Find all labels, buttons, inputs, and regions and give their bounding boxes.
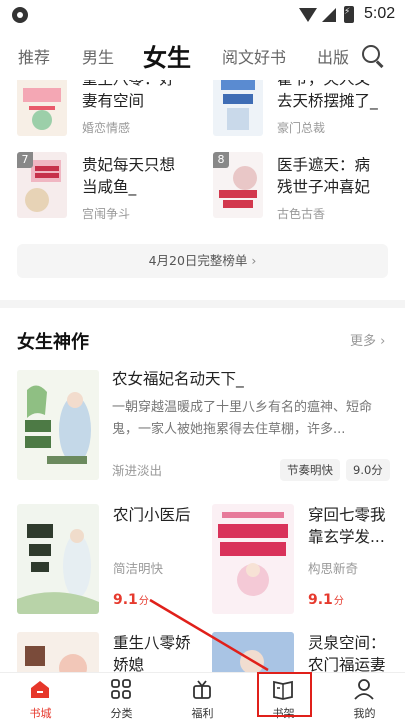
book-title-line[interactable]: 医手遮天：病: [277, 154, 370, 176]
featured-book-cover[interactable]: [17, 370, 99, 480]
book-title-line[interactable]: 农门福运妻: [308, 654, 386, 672]
featured-book-author: 渐进淡出: [112, 463, 163, 478]
signal-icon: [322, 8, 336, 22]
nav-bookstore[interactable]: 书城: [0, 673, 81, 720]
full-ranking-button[interactable]: 4月20日完整榜单 ›: [17, 244, 388, 278]
profile-icon: [354, 679, 374, 700]
book-cover-art: [212, 632, 294, 672]
book-cover[interactable]: [213, 80, 263, 136]
book-title-line[interactable]: 贵妃每天只想: [82, 154, 175, 176]
nav-label: 福利: [191, 707, 214, 720]
tab-recommend[interactable]: 推荐: [18, 44, 50, 68]
section-title: 女生神作: [17, 332, 89, 353]
book-cover[interactable]: 8: [213, 152, 263, 218]
book-cover-art: [212, 504, 294, 614]
tab-yuewen-books[interactable]: 阅文好书: [222, 44, 286, 68]
chevron-right-icon: ›: [380, 334, 386, 349]
book-cover-art: [213, 80, 263, 136]
book-tag: 节奏明快: [280, 459, 340, 481]
nav-label: 书城: [29, 707, 52, 720]
book-title-line[interactable]: 重生八零：好: [82, 80, 175, 90]
book-cover-art: [17, 504, 99, 614]
book-title-line[interactable]: 妻有空间: [82, 90, 144, 112]
book-cover[interactable]: [17, 504, 99, 614]
tab-female[interactable]: 女生: [143, 38, 191, 73]
search-icon[interactable]: [362, 45, 380, 63]
book-cover-art: [17, 80, 67, 136]
book-score-tag: 9.0分: [346, 459, 390, 481]
nav-profile[interactable]: 我的: [324, 673, 405, 720]
tab-publishing[interactable]: 出版: [317, 44, 349, 68]
book-cover-art: [17, 632, 99, 672]
battery-icon: [344, 6, 354, 23]
book-title-line[interactable]: 霍爷，夫人又: [277, 80, 370, 90]
chevron-right-icon: ›: [251, 253, 257, 268]
top-tabs: 推荐 男生 女生 阅文好书 出版: [0, 30, 405, 80]
book-author: 构思新奇: [308, 561, 359, 576]
home-icon: [31, 681, 49, 698]
full-ranking-label: 4月20日完整榜单: [148, 253, 248, 268]
bottom-nav: 书城 分类 福利 书架 我的: [0, 672, 405, 720]
book-cover[interactable]: [212, 504, 294, 614]
book-score-value: 9.1: [308, 592, 333, 608]
bookshelf-highlight-box: [257, 672, 312, 717]
book-score: 9.1分: [308, 592, 344, 608]
nav-welfare[interactable]: 福利: [162, 673, 243, 720]
book-cover[interactable]: [212, 632, 294, 672]
book-title-line[interactable]: 去天桥摆摊了_: [277, 90, 378, 112]
status-bar: 5:02: [0, 0, 405, 30]
status-time: 5:02: [364, 5, 396, 22]
tab-male[interactable]: 男生: [82, 44, 114, 68]
featured-book-title[interactable]: 农女福妃名动天下_: [112, 367, 244, 389]
grid-icon: [111, 679, 131, 699]
rank-badge: 8: [213, 152, 229, 168]
book-cover[interactable]: [17, 632, 99, 672]
book-category: 豪门总裁: [277, 121, 326, 135]
featured-book-description: 一朝穿越温暖成了十里八乡有名的瘟神、短命鬼，一家人被她拖累得去住草棚，许多...: [112, 400, 373, 437]
book-title-line[interactable]: 残世子冲喜妃: [277, 176, 370, 198]
book-score-unit: 分: [333, 596, 344, 607]
book-title-line[interactable]: 靠玄学发...: [308, 526, 385, 548]
nav-label: 分类: [110, 707, 133, 720]
nav-category[interactable]: 分类: [81, 673, 162, 720]
rank-badge: 7: [17, 152, 33, 168]
book-cover[interactable]: [17, 80, 67, 136]
book-title-line[interactable]: 灵泉空间：: [308, 632, 386, 654]
book-title-line[interactable]: 重生八零娇: [113, 632, 191, 654]
book-score: 9.1分: [113, 592, 149, 608]
book-title-line[interactable]: 农门小医后: [113, 504, 191, 526]
more-label: 更多: [350, 334, 377, 349]
nav-label: 我的: [353, 707, 376, 720]
book-author: 简洁明快: [113, 561, 164, 576]
book-title-line[interactable]: 当咸鱼_: [82, 176, 136, 198]
book-category: 宫闱争斗: [82, 207, 131, 221]
book-title-line[interactable]: 娇媳: [113, 654, 144, 672]
main-content: 重生八零：好 妻有空间 婚恋情感 霍爷，夫人又 去天桥摆摊了_ 豪门总裁 7 贵…: [0, 80, 405, 672]
book-cover[interactable]: 7: [17, 152, 67, 218]
more-link[interactable]: 更多 ›: [350, 330, 385, 349]
notification-icon: [12, 7, 28, 23]
section-divider: [0, 300, 405, 308]
wifi-icon: [299, 8, 317, 22]
book-title-line[interactable]: 穿回七零我: [308, 504, 386, 526]
book-category: 婚恋情感: [82, 121, 131, 135]
book-cover-art: [17, 370, 99, 480]
book-category: 古色古香: [277, 207, 326, 221]
gift-icon: [193, 680, 211, 699]
book-score-unit: 分: [138, 596, 149, 607]
book-score-value: 9.1: [113, 592, 138, 608]
